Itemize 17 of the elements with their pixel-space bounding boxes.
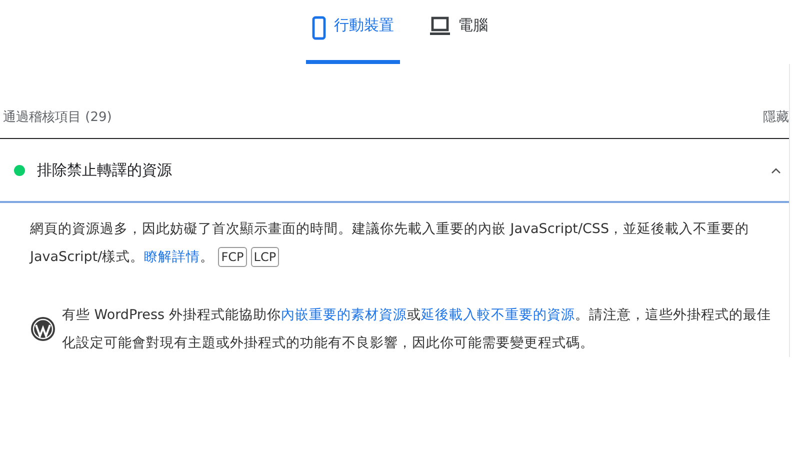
audit-title: 排除禁止轉譯的資源: [37, 160, 173, 180]
hide-button[interactable]: 隱藏: [763, 108, 789, 126]
chevron-icon: [771, 166, 781, 174]
section-title: 通過稽核項目 (29): [3, 109, 112, 126]
phone-icon: [312, 16, 326, 40]
audit-header[interactable]: 排除禁止轉譯的資源: [0, 139, 789, 203]
link[interactable]: 內嵌重要的素材資源: [280, 307, 407, 323]
laptop-icon: [430, 16, 450, 36]
description-text: 網頁的資源過多，因此妨礙了首次顯示畫面的時間。建議你先載入重要的內嵌 JavaScript/CSS，並延後載入不重要的 JavaScript/樣式。瞭解詳情。 FCP LCP: [30, 220, 750, 269]
metric-tag: FCP: [218, 247, 247, 267]
logo-icon: [30, 316, 56, 342]
tab[interactable]: 電腦: [424, 14, 494, 64]
note-text: 有些 WordPress 外掛程式能協助你內嵌重要的素材資源或延後載入較不重要的資源。請注意，這些外掛程式的最佳化設定可能會對現有主題或外掛程式的功能有不良影響，因此你可能需要變更程式碼。: [62, 306, 772, 353]
metric-tag: LCP: [250, 247, 280, 267]
link[interactable]: 瞭解詳情: [144, 249, 200, 265]
tab[interactable]: 行動裝置: [306, 14, 400, 64]
link[interactable]: 延後載入較不重要的資源: [420, 307, 575, 323]
